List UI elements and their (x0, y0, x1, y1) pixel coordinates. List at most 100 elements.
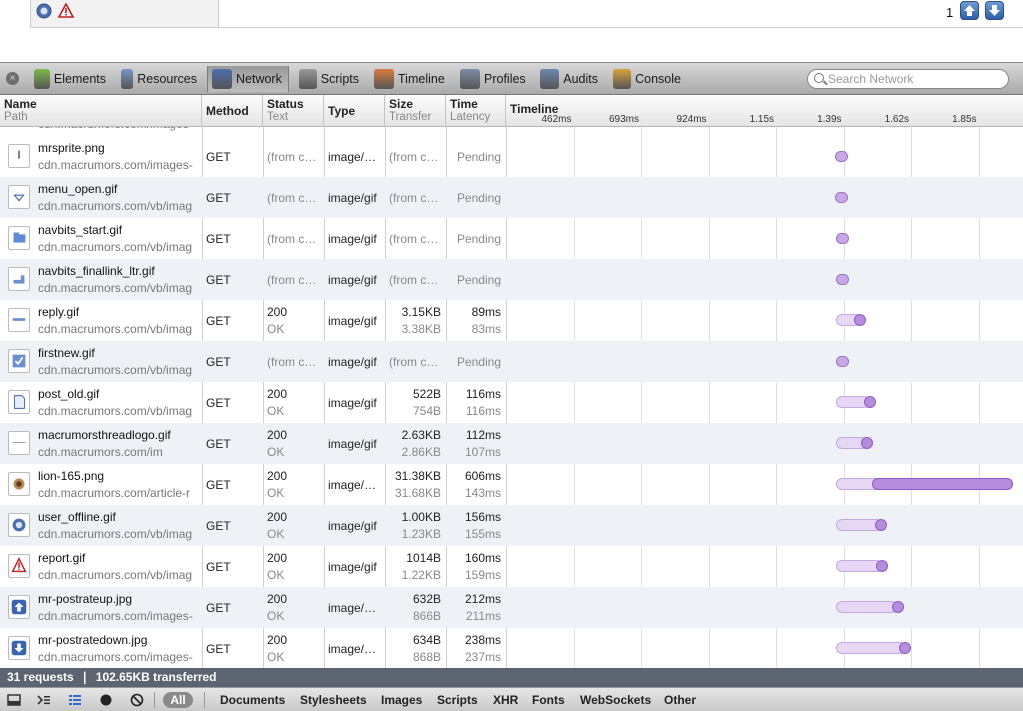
post-icon (8, 390, 30, 414)
timeline-download-bar (871, 478, 1014, 490)
column-time[interactable]: Time Latency (446, 95, 506, 127)
request-method: GET (206, 396, 231, 410)
request-transfer: 868B (412, 650, 441, 664)
request-size: 3.15KB (401, 305, 441, 319)
request-time: 160ms (464, 551, 501, 565)
request-path: cdn.macrumors.com/article-r (38, 486, 191, 500)
column-timeline[interactable]: Timeline 462ms 693ms 924ms 1.15s 1.39s 1.62s 1… (506, 95, 1023, 127)
request-latency: 83ms (471, 322, 501, 336)
table-row[interactable]: macrumorsthreadlogo.gif cdn.macrumors.com… (0, 423, 1023, 464)
table-row[interactable]: mr-postratedown.jpg cdn.macrumors.com/ima… (0, 628, 1023, 668)
filter-websockets[interactable]: WebSockets (580, 693, 651, 707)
audits-icon (540, 69, 560, 89)
request-name: lion-165.png (38, 469, 105, 483)
table-row[interactable]: firstnew.gif cdn.macrumors.com/vb/imag GET… (0, 341, 1023, 382)
console-toggle-icon[interactable] (37, 693, 51, 707)
table-row[interactable]: reply.gif cdn.macrumors.com/vb/imag GET 200… (0, 300, 1023, 341)
request-transfer: 754B (412, 404, 441, 418)
network-summary: 31 requests ❘ 102.65KB transferred (0, 668, 1023, 687)
request-method: GET (206, 560, 231, 574)
table-row[interactable]: navbits_start.gif cdn.macrumors.com/vb/im… (0, 218, 1023, 259)
request-transfer: 2.86KB (401, 445, 441, 459)
table-row[interactable]: user_offline.gif cdn.macrumors.com/vb/ima… (0, 505, 1023, 546)
tab-timeline[interactable]: Timeline (370, 66, 450, 92)
tab-console[interactable]: Console (609, 66, 685, 92)
request-transfer: 1.22KB (401, 568, 441, 582)
filter-documents[interactable]: Documents (220, 693, 285, 707)
dock-icon[interactable] (7, 693, 21, 707)
request-method: GET (206, 642, 231, 656)
reply-icon (8, 308, 30, 332)
tab-network[interactable]: Network (207, 66, 289, 92)
request-transfer: 866B (412, 609, 441, 623)
page-right-cell (30, 0, 1023, 28)
filter-fonts[interactable]: Fonts (532, 693, 565, 707)
request-status: 200 (267, 387, 288, 401)
request-time: 606ms (464, 469, 501, 483)
request-method: GET (206, 355, 231, 369)
filter-other[interactable]: Other (664, 693, 696, 707)
tab-profiles[interactable]: Profiles (456, 66, 530, 92)
table-row[interactable]: navbits_finallink_ltr.gif cdn.macrumors.c… (0, 259, 1023, 300)
request-path: cdn.macrumors.com/images- (38, 650, 193, 664)
request-status: 200 (267, 305, 288, 319)
table-row[interactable]: mrsprite.png cdn.macrumors.com/images- GET… (0, 136, 1023, 177)
column-name[interactable]: Name Path (0, 95, 202, 127)
request-latency: 143ms (464, 486, 501, 500)
request-name: post_old.gif (38, 387, 100, 401)
table-row[interactable]: mr-postrateup.jpg cdn.macrumors.com/image… (0, 587, 1023, 628)
navlink-icon (8, 267, 30, 291)
column-status[interactable]: Status Text (263, 95, 324, 127)
request-name: report.gif (38, 551, 86, 565)
request-name: mrsprite.png (38, 141, 105, 155)
filter-all[interactable]: All (163, 692, 193, 708)
column-method-label: Method (206, 104, 249, 118)
request-status: (from c… (267, 355, 317, 369)
filter-images[interactable]: Images (381, 693, 422, 707)
tab-audits[interactable]: Audits (536, 66, 602, 92)
request-time: 238ms (464, 633, 501, 647)
request-size: (from c… (389, 355, 439, 369)
large-rows-icon[interactable] (68, 693, 82, 707)
request-status-text: OK (267, 650, 285, 664)
request-status-text: OK (267, 609, 285, 623)
rate-down-button[interactable] (985, 1, 1004, 20)
request-type: image/gif (328, 560, 377, 574)
tab-resources[interactable]: Resources (117, 66, 201, 92)
table-row[interactable]: lion-165.png cdn.macrumors.com/article-r G… (0, 464, 1023, 505)
filter-scripts[interactable]: Scripts (437, 693, 478, 707)
request-path: cdn.macrumors.com/vb/imag (38, 363, 193, 377)
request-status-text: OK (267, 445, 285, 459)
rate-up-button[interactable] (960, 1, 979, 20)
timeline-download-bar (891, 601, 904, 613)
timeline-download-bar (875, 519, 888, 531)
tab-elements[interactable]: Elements (30, 66, 110, 92)
table-row[interactable]: report.gif cdn.macrumors.com/vb/imag GET 20… (0, 546, 1023, 587)
user-offline-icon (8, 513, 30, 537)
column-type[interactable]: Type (324, 95, 385, 127)
request-size: (from c… (389, 273, 439, 287)
table-row[interactable]: menu_open.gif cdn.macrumors.com/vb/imag GE… (0, 177, 1023, 218)
request-size: 522B (412, 387, 441, 401)
clear-icon[interactable] (130, 693, 144, 707)
filter-xhr[interactable]: XHR (493, 693, 518, 707)
request-method: GET (206, 150, 231, 164)
request-method: GET (206, 519, 231, 533)
column-method[interactable]: Method (202, 95, 263, 127)
request-type: image/gif (328, 273, 377, 287)
record-icon[interactable] (99, 693, 113, 707)
tab-label: Timeline (398, 72, 445, 86)
tab-scripts[interactable]: Scripts (295, 66, 363, 92)
column-size[interactable]: Size Transfer (385, 95, 446, 127)
table-row[interactable]: post_old.gif cdn.macrumors.com/vb/imag GET… (0, 382, 1023, 423)
timeline-tick: 1.15s (749, 114, 775, 125)
column-latency-label: Latency (450, 111, 491, 123)
divider (154, 692, 155, 708)
filter-stylesheets[interactable]: Stylesheets (300, 693, 367, 707)
close-icon[interactable]: × (6, 72, 19, 85)
request-status: (from c… (267, 273, 317, 287)
request-size: 31.38KB (394, 469, 441, 483)
folder-icon (8, 226, 30, 250)
search-input[interactable]: Search Network (807, 69, 1009, 89)
timeline-icon (374, 69, 394, 89)
